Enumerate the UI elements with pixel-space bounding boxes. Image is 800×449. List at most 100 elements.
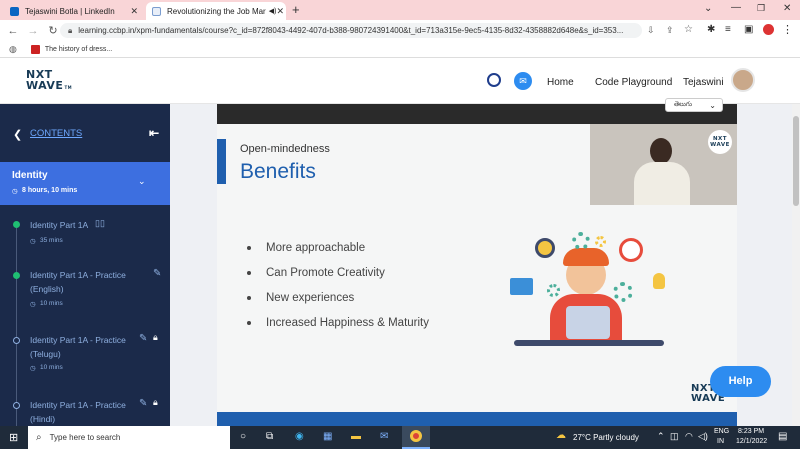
list-item[interactable]: Identity Part 1A - Practice (Hindi) ✎ 🔒︎ <box>0 392 170 426</box>
gear-icon <box>595 236 606 247</box>
tab-search-icon[interactable]: ⌄ <box>704 3 712 14</box>
bullet-text: Increased Happiness & Maturity <box>266 317 429 329</box>
bookmark-star-icon[interactable]: ☆ <box>684 24 693 35</box>
book-icon <box>510 278 533 295</box>
clock-time[interactable]: 8:23 PM <box>738 428 764 435</box>
item-title: Identity Part 1A - Practice <box>30 400 126 410</box>
language-bottom[interactable]: IN <box>717 438 724 445</box>
cortana-icon[interactable]: ○ <box>240 431 246 442</box>
minimize-icon[interactable]: — <box>731 2 741 13</box>
nxtwave-logo[interactable]: NXT WAVETM <box>26 69 72 93</box>
side-panel-icon[interactable]: ▣ <box>744 24 753 35</box>
bookmarks-bar: ◍ The history of dress... <box>0 41 800 58</box>
maximize-icon[interactable]: ❐ <box>757 3 765 14</box>
chevron-left-icon[interactable]: ❮ <box>13 128 22 141</box>
store-icon[interactable]: ▦ <box>323 431 332 442</box>
award-icon <box>535 238 555 258</box>
logo-line-bottom: WAVE <box>26 79 64 92</box>
nav-code-playground[interactable]: Code Playground <box>595 77 672 88</box>
gear-icon <box>613 282 633 302</box>
close-tab-icon[interactable]: ✕ <box>276 6 284 17</box>
language-top[interactable]: ENG <box>714 428 729 435</box>
section-identity[interactable]: Identity ◷ 8 hours, 10 mins ⌄ <box>0 162 170 205</box>
extensions-icon[interactable]: ✱ <box>707 24 715 35</box>
desk-illustration <box>514 340 664 346</box>
chevron-up-icon[interactable]: ⌃ <box>657 431 665 442</box>
completed-check-icon <box>13 221 20 228</box>
windows-taskbar: ⊞ ⌕ Type here to search ○ ⧉ ◉ ▦ ▬ ✉ ☁ 27… <box>0 426 800 449</box>
linkedin-icon <box>10 6 19 16</box>
tab-title: Revolutionizing the Job Mar <box>167 6 266 16</box>
chevron-down-icon[interactable]: ⌄ <box>138 176 146 187</box>
chrome-taskbar-app[interactable] <box>402 426 430 449</box>
bullet-dot <box>247 246 251 250</box>
new-tab-button[interactable]: + <box>292 2 300 17</box>
edge-icon[interactable]: ◉ <box>295 431 304 442</box>
nav-home[interactable]: Home <box>547 77 574 88</box>
reading-book-icon: ▯▯ <box>95 218 105 228</box>
todo-circle-icon <box>13 402 20 409</box>
mail-icon[interactable]: ✉ <box>380 431 388 442</box>
close-window-icon[interactable]: ✕ <box>783 3 791 14</box>
presenter-body <box>634 162 690 205</box>
lock-icon[interactable]: 🔒︎ <box>68 26 72 36</box>
url-field[interactable]: 🔒︎ learning.ccbp.in/xpm-fundamentals/cou… <box>60 23 642 38</box>
list-item[interactable]: Identity Part 1A - Practice (English) ✎ … <box>0 262 170 327</box>
chat-icon[interactable]: ✉ <box>514 72 532 90</box>
back-icon[interactable]: ← <box>6 25 20 37</box>
language-select[interactable]: తెలుగు ⌄ <box>665 98 723 112</box>
user-name[interactable]: Tejaswini <box>683 77 724 88</box>
search-placeholder: Type here to search <box>49 433 121 442</box>
bullet-item: Can Promote Creativity <box>247 267 385 279</box>
search-icon: ⌕ <box>36 432 42 443</box>
clock-icon: ◷ <box>30 238 36 245</box>
edit-pencil-icon: ✎ <box>153 268 162 279</box>
target-icon <box>619 238 643 262</box>
user-avatar[interactable] <box>731 68 755 92</box>
help-button[interactable]: Help <box>710 366 771 397</box>
volume-icon[interactable]: ◁) <box>698 431 708 442</box>
logo-tm: TM <box>64 85 73 90</box>
profile-avatar[interactable] <box>763 24 774 35</box>
share-icon[interactable]: ⇪ <box>666 25 674 36</box>
streak-timer-icon[interactable] <box>487 73 501 87</box>
install-icon[interactable]: ⇩ <box>647 25 655 36</box>
bullet-item: New experiences <box>247 292 354 304</box>
presenter-video[interactable]: NXT WAVE <box>590 124 737 205</box>
lock-icon: 🔒︎ <box>153 332 158 342</box>
menu-icon[interactable]: ⋮ <box>782 23 793 36</box>
file-explorer-icon[interactable]: ▬ <box>351 431 361 442</box>
chrome-icon <box>410 430 422 442</box>
network-icon[interactable]: ◫ <box>670 431 679 442</box>
page-scrollbar[interactable] <box>792 104 800 426</box>
reload-icon[interactable]: ↻ <box>46 24 60 37</box>
media-icon[interactable]: ≡ <box>725 24 731 35</box>
taskbar-search[interactable]: ⌕ Type here to search <box>28 426 230 449</box>
bullet-dot <box>247 296 251 300</box>
close-tab-icon[interactable]: ✕ <box>130 6 138 17</box>
completed-check-icon <box>13 272 20 279</box>
clock-date[interactable]: 12/1/2022 <box>736 438 767 445</box>
scrollbar-thumb[interactable] <box>793 116 799 206</box>
edit-pencil-icon: ✎ <box>139 333 148 344</box>
wifi-icon[interactable]: ◠ <box>685 431 693 442</box>
gear-icon <box>572 232 590 250</box>
audio-icon[interactable]: ◀) <box>269 7 277 15</box>
windows-start-icon[interactable]: ⊞ <box>9 431 18 444</box>
weather-text[interactable]: 27°C Partly cloudy <box>573 433 639 442</box>
language-select-value: తెలుగు <box>674 100 692 108</box>
video-logo-badge: NXT WAVE <box>708 130 732 154</box>
list-item[interactable]: Identity Part 1A - Practice (Telugu) ✎ 🔒… <box>0 327 170 392</box>
lock-icon: 🔒︎ <box>153 397 158 407</box>
notifications-icon[interactable]: ▤ <box>778 431 787 442</box>
forward-icon[interactable]: → <box>26 25 40 37</box>
tab-course[interactable]: Revolutionizing the Job Mar ◀) ✕ <box>146 2 286 20</box>
todo-circle-icon <box>13 337 20 344</box>
contents-label[interactable]: CONTENTS <box>30 128 82 139</box>
collapse-sidebar-icon[interactable]: ⇤ <box>149 126 159 140</box>
bookmark-link[interactable]: The history of dress... <box>45 46 112 53</box>
lightbulb-icon <box>653 273 665 289</box>
tab-linkedin[interactable]: Tejaswini Botla | LinkedIn ✕ <box>4 2 144 20</box>
bullet-text: New experiences <box>266 292 355 304</box>
task-view-icon[interactable]: ⧉ <box>266 431 273 442</box>
